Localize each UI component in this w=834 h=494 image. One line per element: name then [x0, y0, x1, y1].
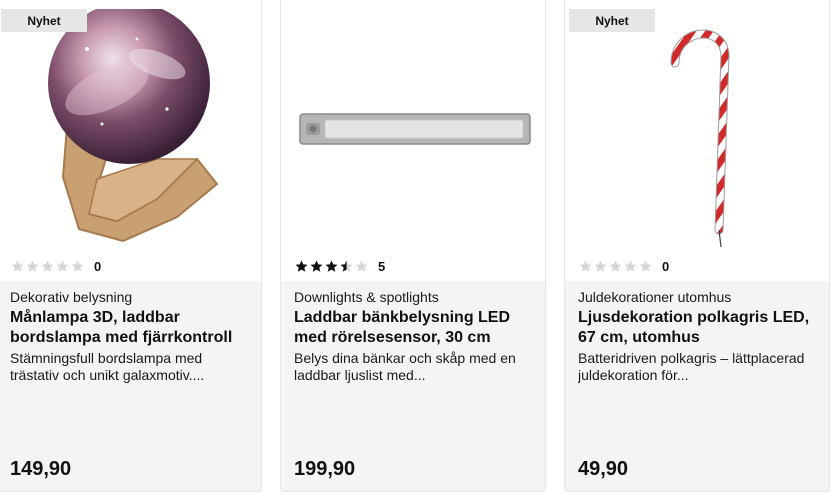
star-icon	[340, 260, 353, 272]
rating-stars	[11, 260, 84, 273]
product-rating: 0	[579, 258, 670, 274]
product-card[interactable]: Nyhet 0 Dekorativ belysning Månlampa 3D,…	[0, 0, 262, 492]
moon-lamp-image	[48, 9, 219, 243]
product-description: Stämningsfull bordslampa med trästativ o…	[10, 350, 205, 383]
product-title[interactable]: Ljusdekoration polkagris LED, 67 cm, uto…	[578, 308, 817, 348]
product-price: 49,90	[578, 458, 629, 480]
product-grid: Nyhet 0 Dekorativ belysning Månlampa 3D,…	[0, 0, 834, 494]
star-icon	[639, 260, 652, 272]
rating-stars	[295, 260, 368, 273]
product-info: Downlights & spotlights Laddbar bänkbely…	[294, 288, 533, 384]
candy-cane-image	[670, 29, 730, 248]
review-count: 0	[662, 258, 670, 274]
new-badge: Nyhet	[569, 9, 655, 32]
product-media: Nyhet 0	[0, 0, 261, 281]
star-icon	[609, 260, 622, 272]
star-icon	[624, 260, 637, 272]
product-info: Dekorativ belysning Månlampa 3D, laddbar…	[10, 288, 249, 384]
product-price: 199,90	[294, 458, 356, 480]
product-category: Downlights & spotlights	[294, 289, 439, 305]
star-icon	[71, 260, 84, 272]
product-title[interactable]: Laddbar bänkbelysning LED med rörelsesen…	[294, 308, 533, 348]
product-category: Dekorativ belysning	[10, 289, 133, 305]
product-media: 5	[281, 0, 545, 281]
product-title[interactable]: Månlampa 3D, laddbar bordslampa med fjär…	[10, 308, 249, 348]
rating-stars	[579, 260, 652, 273]
star-icon	[11, 260, 24, 272]
product-card[interactable]: 5 Downlights & spotlights Laddbar bänkbe…	[280, 0, 546, 492]
product-rating: 5	[295, 258, 386, 274]
star-icon	[26, 260, 39, 272]
led-light-bar-image	[299, 113, 531, 145]
product-media: Nyhet 0	[565, 0, 829, 281]
star-icon	[295, 260, 308, 272]
star-icon	[325, 260, 338, 272]
new-badge: Nyhet	[1, 9, 87, 32]
star-icon	[355, 260, 368, 272]
product-description: Belys dina bänkar och skåp med en laddba…	[294, 350, 516, 383]
product-rating: 0	[11, 258, 102, 274]
star-icon	[594, 260, 607, 272]
star-icon	[310, 260, 323, 272]
star-icon	[56, 260, 69, 272]
review-count: 0	[94, 258, 102, 274]
product-description: Batteridriven polkagris – lättplacerad j…	[578, 350, 805, 383]
star-icon	[41, 260, 54, 272]
product-card[interactable]: Nyhet 0 Juldekorationer utomhus Ljusdeko…	[564, 0, 830, 492]
product-category: Juldekorationer utomhus	[578, 289, 732, 305]
star-icon	[579, 260, 592, 272]
product-info: Juldekorationer utomhus Ljusdekoration p…	[578, 288, 817, 384]
review-count: 5	[378, 258, 386, 274]
product-price: 149,90	[10, 458, 72, 480]
